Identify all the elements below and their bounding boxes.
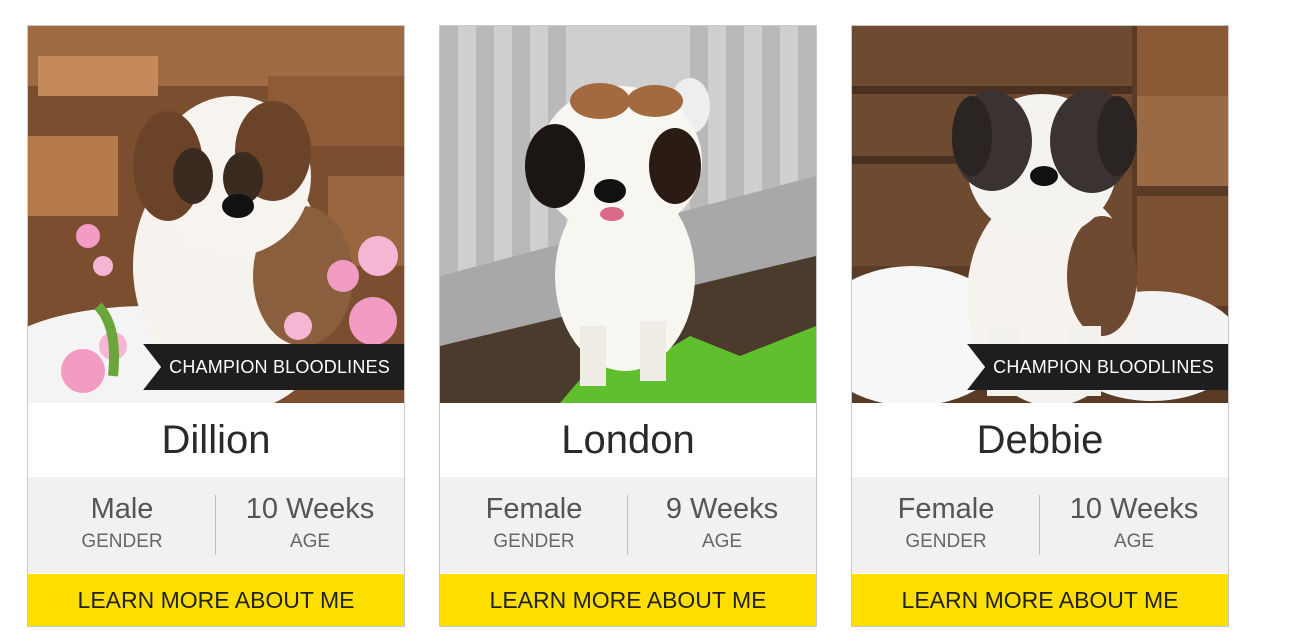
gender-value: Female — [485, 493, 583, 525]
puppy-photo[interactable] — [440, 26, 816, 403]
champion-bloodlines-badge: CHAMPION BLOODLINES — [967, 344, 1228, 390]
puppy-card-dillion[interactable]: CHAMPION BLOODLINES Dillion Male GENDER … — [27, 25, 405, 627]
puppy-photo[interactable]: CHAMPION BLOODLINES — [852, 26, 1228, 403]
puppy-name: Dillion — [161, 418, 271, 462]
learn-more-button[interactable]: LEARN MORE ABOUT ME — [852, 574, 1228, 626]
age-value: 10 Weeks — [1069, 493, 1199, 525]
age-value: 9 Weeks — [665, 493, 779, 525]
age-column: 9 Weeks AGE — [628, 477, 816, 573]
gender-label: GENDER — [81, 531, 163, 552]
puppy-card-london[interactable]: London Female GENDER 9 Weeks AGE LEARN M… — [439, 25, 817, 627]
age-label: AGE — [1113, 531, 1155, 552]
age-value: 10 Weeks — [245, 493, 375, 525]
gender-label: GENDER — [905, 531, 987, 552]
puppy-details: Male GENDER 10 Weeks AGE — [28, 477, 404, 573]
age-column: 10 Weeks AGE — [216, 477, 404, 573]
champion-bloodlines-badge: CHAMPION BLOODLINES — [143, 344, 404, 390]
gender-column: Female GENDER — [852, 477, 1040, 573]
gender-column: Female GENDER — [440, 477, 628, 573]
learn-more-button[interactable]: LEARN MORE ABOUT ME — [440, 574, 816, 626]
age-label: AGE — [701, 531, 743, 552]
puppy-name: Debbie — [976, 418, 1104, 462]
age-column: 10 Weeks AGE — [1040, 477, 1228, 573]
gender-label: GENDER — [493, 531, 575, 552]
puppy-photo[interactable]: CHAMPION BLOODLINES — [28, 26, 404, 403]
puppy-name: London — [561, 418, 695, 462]
learn-more-button[interactable]: LEARN MORE ABOUT ME — [28, 574, 404, 626]
gender-value: Male — [90, 493, 154, 525]
gender-column: Male GENDER — [28, 477, 216, 573]
puppy-details: Female GENDER 10 Weeks AGE — [852, 477, 1228, 573]
age-label: AGE — [289, 531, 331, 552]
puppy-card-debbie[interactable]: CHAMPION BLOODLINES Debbie Female GENDER… — [851, 25, 1229, 627]
gender-value: Female — [897, 493, 995, 525]
puppy-details: Female GENDER 9 Weeks AGE — [440, 477, 816, 573]
